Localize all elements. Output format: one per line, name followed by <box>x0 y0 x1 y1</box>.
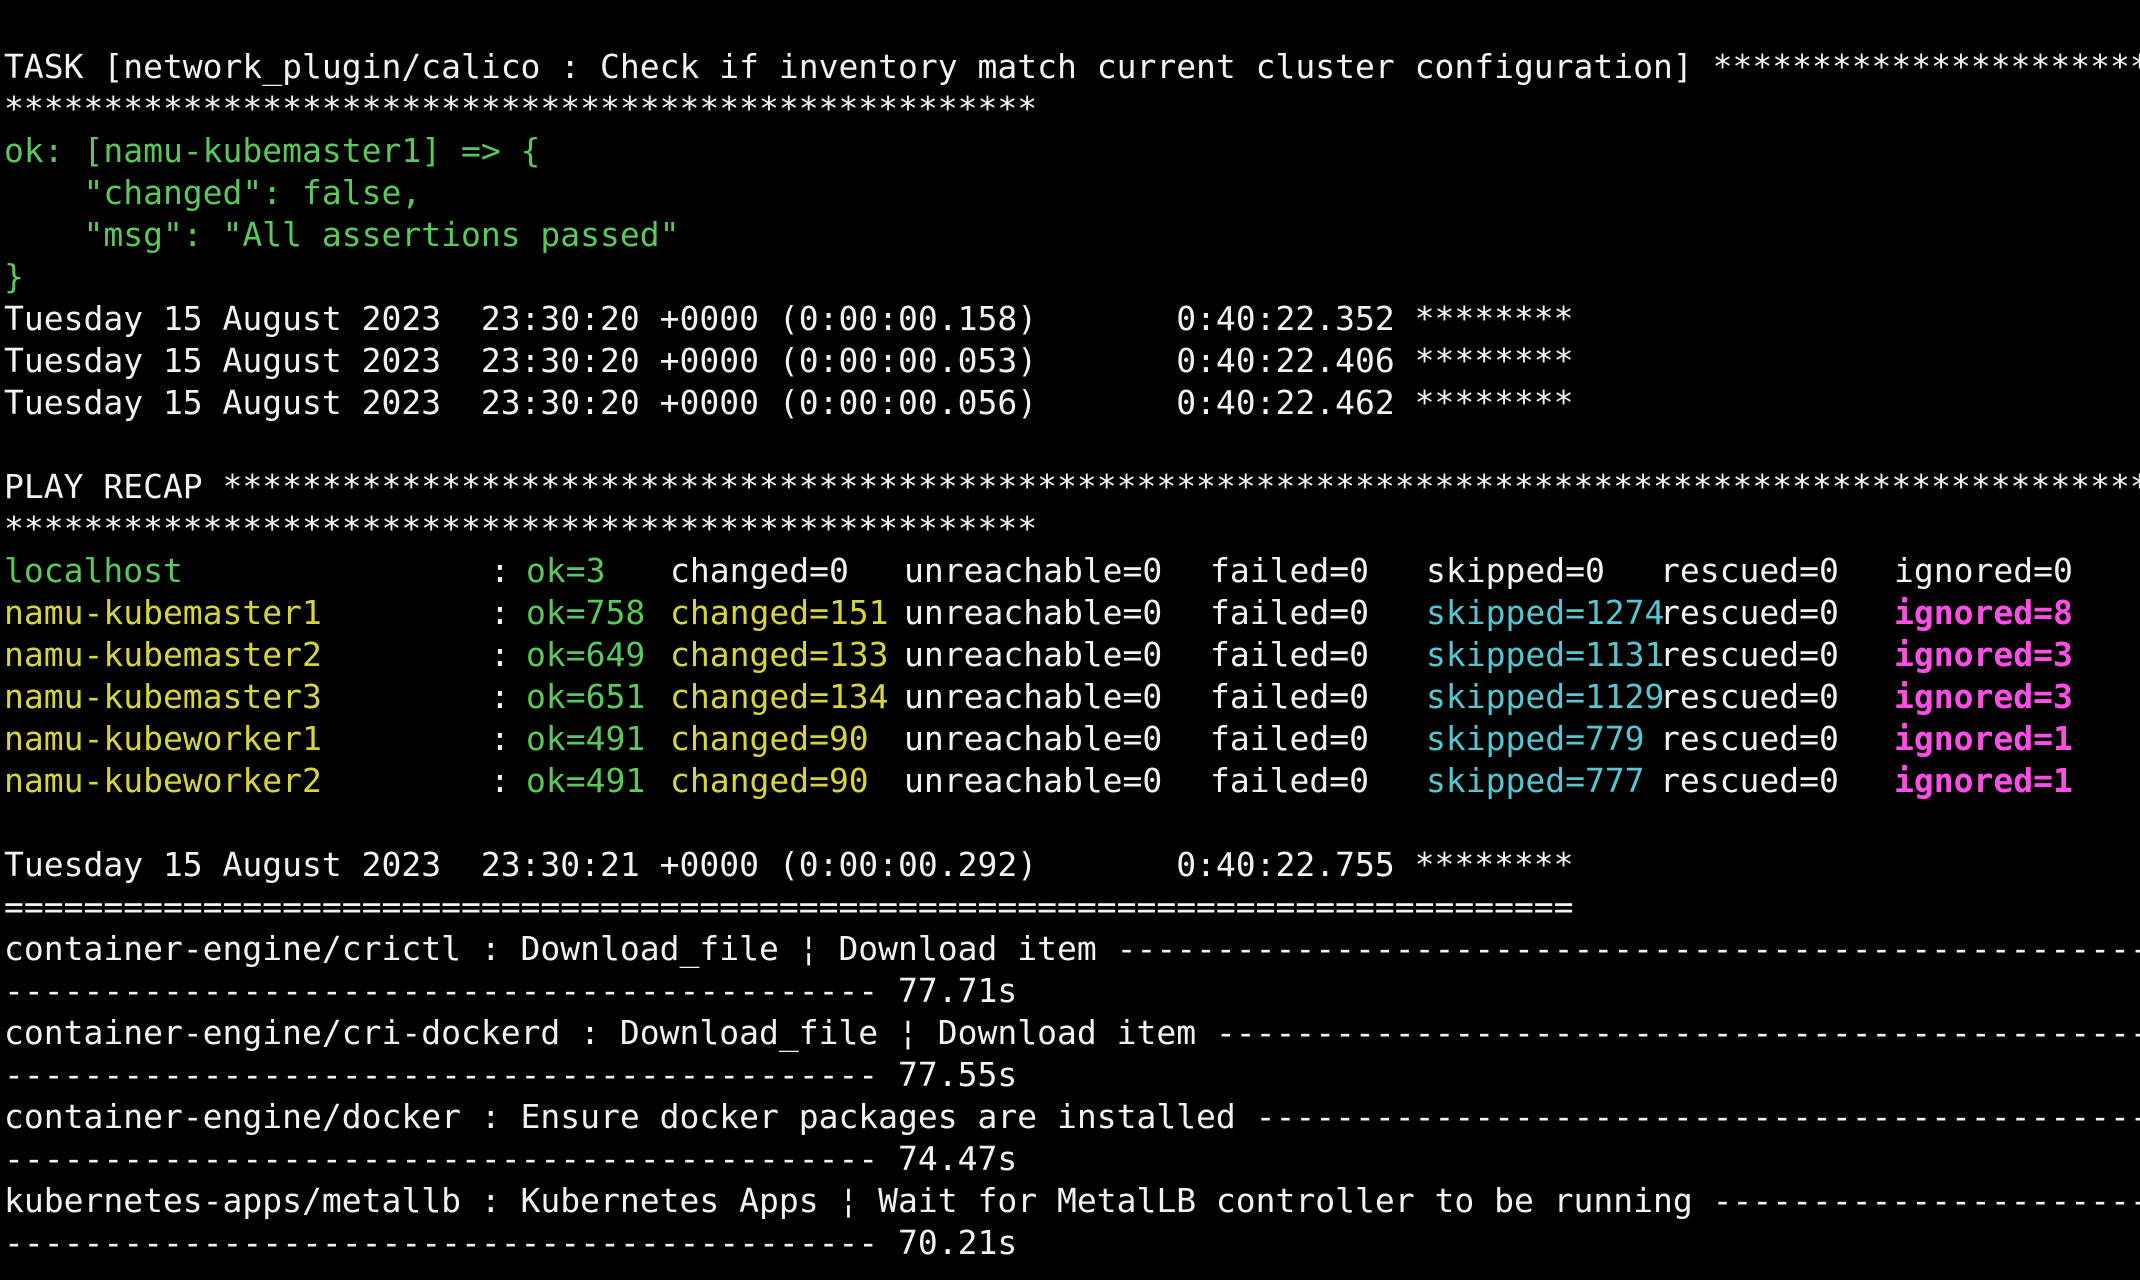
recap-cell-name: namu-kubemaster1 <box>4 593 322 632</box>
recap-cell-name: namu-kubeworker1 <box>4 719 322 758</box>
recap-cell-changed: changed=0 <box>670 551 849 590</box>
profile-dashes: ----------------------------------------… <box>4 971 879 1010</box>
recap-cell-sep: : <box>490 761 530 800</box>
recap-cell-skipped: skipped=1129 <box>1426 677 1665 716</box>
profile-dashes: ----------------------------------------… <box>4 1223 879 1262</box>
recap-cell-skipped: skipped=1274 <box>1426 593 1665 632</box>
task-changed-line: "changed": false, <box>4 173 422 212</box>
recap-cell-failed: failed=0 <box>1210 761 1369 800</box>
play-recap-stars: ****************************************… <box>4 509 1038 548</box>
profile-task-duration: ----------------------------------------… <box>4 1054 1017 1096</box>
task-header: TASK [network_plugin/calico : Check if i… <box>4 47 2140 86</box>
recap-cell-rescued: rescued=0 <box>1660 635 1839 674</box>
recap-cell-ok: ok=491 <box>526 719 646 758</box>
recap-cell-ok: ok=651 <box>526 677 646 716</box>
recap-cell-ok: ok=758 <box>526 593 646 632</box>
task-stars: ****************************************… <box>4 89 1038 128</box>
profile-time: 77.55s <box>878 1055 1018 1094</box>
terminal-window[interactable]: TASK [network_plugin/calico : Check if i… <box>0 0 2140 1280</box>
recap-cell-sep: : <box>490 677 530 716</box>
play-recap-header: PLAY RECAP *****************************… <box>4 467 2140 506</box>
recap-cell-changed: changed=151 <box>670 593 889 632</box>
recap-cell-failed: failed=0 <box>1210 719 1369 758</box>
timestamp-line: Tuesday 15 August 2023 23:30:20 +0000 (0… <box>4 299 1574 338</box>
profile-time: 70.21s <box>878 1223 1018 1262</box>
profile-task-duration: ----------------------------------------… <box>4 970 1017 1012</box>
recap-cell-rescued: rescued=0 <box>1660 551 1839 590</box>
profile-task-name: container-engine/cri-dockerd : Download_… <box>4 1013 2140 1052</box>
profile-task-duration: ----------------------------------------… <box>4 1138 1017 1180</box>
recap-cell-skipped: skipped=777 <box>1426 761 1645 800</box>
recap-cell-skipped: skipped=0 <box>1426 551 1605 590</box>
recap-cell-ignored: ignored=3 <box>1894 635 2073 674</box>
recap-cell-ignored: ignored=3 <box>1894 677 2073 716</box>
profile-dashes: ----------------------------------------… <box>4 1139 879 1178</box>
task-close-brace: } <box>4 257 24 296</box>
recap-cell-changed: changed=133 <box>670 635 889 674</box>
recap-cell-rescued: rescued=0 <box>1660 593 1839 632</box>
recap-cell-failed: failed=0 <box>1210 677 1369 716</box>
profile-time: 77.71s <box>878 971 1018 1010</box>
recap-cell-ignored: ignored=8 <box>1894 593 2073 632</box>
recap-cell-rescued: rescued=0 <box>1660 677 1839 716</box>
recap-cell-ignored: ignored=0 <box>1894 551 2073 590</box>
recap-cell-sep: : <box>490 719 530 758</box>
recap-cell-failed: failed=0 <box>1210 551 1369 590</box>
recap-cell-skipped: skipped=1131 <box>1426 635 1665 674</box>
recap-cell-name: namu-kubemaster2 <box>4 635 322 674</box>
profile-separator: ========================================… <box>4 887 1574 926</box>
recap-cell-ok: ok=649 <box>526 635 646 674</box>
recap-cell-name: localhost <box>4 551 183 590</box>
profile-task-duration: ----------------------------------------… <box>4 1222 1017 1264</box>
recap-cell-ok: ok=491 <box>526 761 646 800</box>
timestamp-line: Tuesday 15 August 2023 23:30:20 +0000 (0… <box>4 341 1574 380</box>
recap-cell-changed: changed=90 <box>670 761 869 800</box>
task-ok-line: ok: [namu-kubemaster1] => { <box>4 131 541 170</box>
recap-cell-rescued: rescued=0 <box>1660 761 1839 800</box>
recap-cell-ignored: ignored=1 <box>1894 719 2073 758</box>
profile-dashes: ----------------------------------------… <box>4 1055 879 1094</box>
recap-cell-rescued: rescued=0 <box>1660 719 1839 758</box>
recap-cell-failed: failed=0 <box>1210 593 1369 632</box>
recap-cell-unreachable: unreachable=0 <box>904 677 1163 716</box>
recap-cell-failed: failed=0 <box>1210 635 1369 674</box>
profile-task-name: container-engine/crictl : Download_file … <box>4 929 2140 968</box>
recap-cell-sep: : <box>490 635 530 674</box>
recap-cell-name: namu-kubemaster3 <box>4 677 322 716</box>
recap-cell-unreachable: unreachable=0 <box>904 593 1163 632</box>
recap-cell-name: namu-kubeworker2 <box>4 761 322 800</box>
final-timestamp-line: Tuesday 15 August 2023 23:30:21 +0000 (0… <box>4 845 1574 884</box>
timestamp-line: Tuesday 15 August 2023 23:30:20 +0000 (0… <box>4 383 1574 422</box>
recap-cell-changed: changed=90 <box>670 719 869 758</box>
recap-cell-sep: : <box>490 551 530 590</box>
recap-cell-changed: changed=134 <box>670 677 889 716</box>
recap-cell-unreachable: unreachable=0 <box>904 719 1163 758</box>
recap-cell-ok: ok=3 <box>526 551 606 590</box>
recap-cell-unreachable: unreachable=0 <box>904 761 1163 800</box>
recap-cell-skipped: skipped=779 <box>1426 719 1645 758</box>
profile-task-name: kubernetes-apps/metallb : Kubernetes App… <box>4 1181 2140 1220</box>
recap-cell-unreachable: unreachable=0 <box>904 551 1163 590</box>
profile-task-name: container-engine/docker : Ensure docker … <box>4 1097 2140 1136</box>
profile-time: 74.47s <box>878 1139 1018 1178</box>
recap-cell-ignored: ignored=1 <box>1894 761 2073 800</box>
recap-cell-unreachable: unreachable=0 <box>904 635 1163 674</box>
recap-cell-sep: : <box>490 593 530 632</box>
task-msg-line: "msg": "All assertions passed" <box>4 215 680 254</box>
